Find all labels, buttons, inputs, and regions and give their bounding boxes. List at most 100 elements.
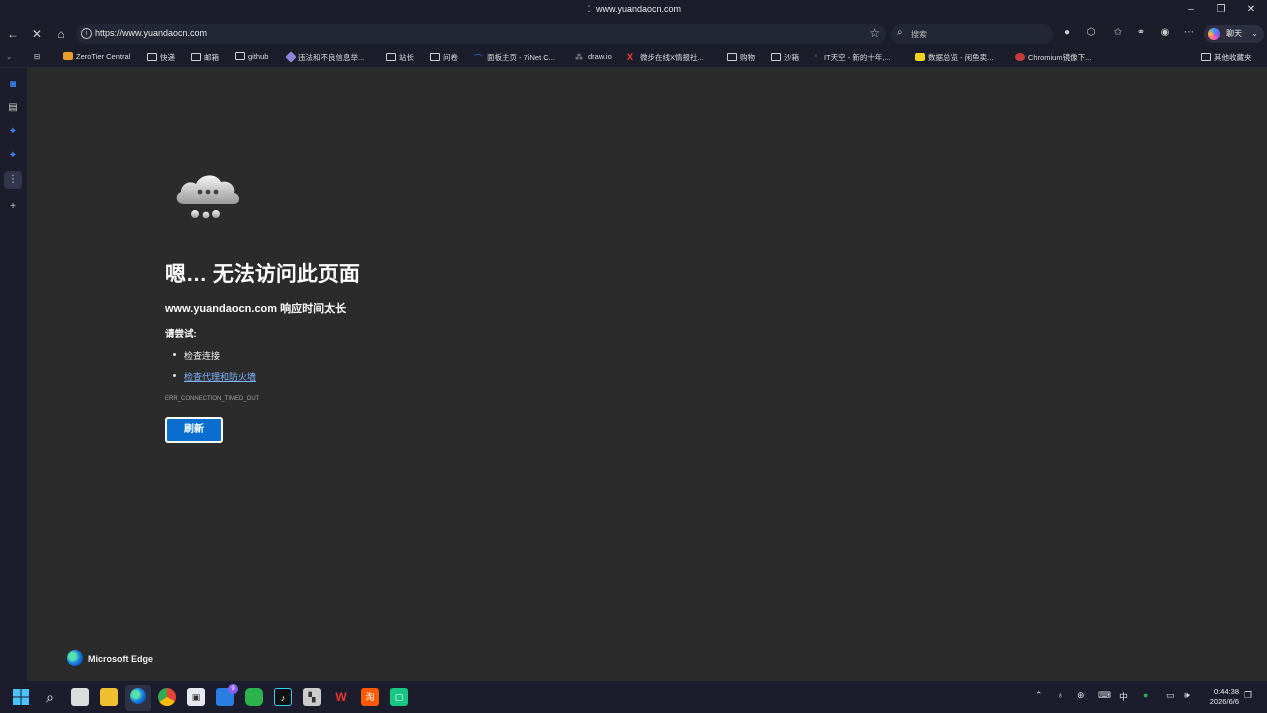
sidebar-more-icon[interactable]: ⋮ [4,171,22,189]
error-subtitle: www.yuandaocn.com 响应时间太长 [165,303,347,315]
back-button[interactable]: ← [5,26,21,42]
chat-label: 聊天 [1226,29,1242,38]
url-text[interactable]: https://www.yuandaocn.com [95,28,207,38]
bookmark-item[interactable]: 邮箱 [191,52,219,63]
taobao-icon[interactable]: 淘 [361,688,379,706]
error-code: ERR_CONNECTION_TIMED_OUT [165,396,260,402]
notification-icon[interactable]: ❐ [1244,690,1252,701]
bookmark-item[interactable]: ⌒ 面板主页 - 7iNet C... [474,52,555,63]
xianyu-icon [915,53,925,61]
bookmark-item[interactable]: 站长 [386,52,414,63]
bookmark-item[interactable]: ‘ IT天空 - 新的十年,... [815,52,891,63]
minimize-button[interactable]: – [1176,0,1206,22]
bookmark-label: 沙箱 [784,53,799,62]
wps-icon[interactable]: W [332,688,350,706]
close-window-button[interactable]: ✕ [1236,0,1266,22]
error-title: 嗯… 无法访问此页面 [165,263,360,286]
zerotier-icon [63,52,73,60]
edge-taskbar-icon[interactable] [125,685,151,711]
folder-icon [147,53,157,61]
bookmark-item[interactable]: github [235,52,268,61]
stop-button[interactable]: ✕ [29,26,45,42]
start-button[interactable] [12,688,30,706]
home-button[interactable]: ⌂ [53,26,69,42]
collections-icon[interactable]: ⚭ [1134,26,1148,40]
bookmark-label: 面板主页 - 7iNet C... [487,53,555,62]
folder-icon [771,53,781,61]
chrome-icon[interactable] [158,688,176,706]
sidebar-add-icon[interactable]: + [7,201,19,213]
search-icon: ⌕ [897,27,903,38]
sidebar-app-icon[interactable]: ◙ [7,79,19,91]
task-view-icon[interactable] [71,688,89,706]
other-bookmarks-folder[interactable]: 其他收藏夹 [1201,52,1252,63]
bookmark-item[interactable]: 快递 [147,52,175,63]
taskbar-search-icon[interactable]: ⌕ [41,688,59,706]
bookmark-item[interactable]: 沙箱 [771,52,799,63]
bookmark-item[interactable]: ZeroTier Central [63,52,130,61]
extensions-puzzle-icon[interactable]: ⬡ [1084,26,1098,40]
folder-icon [1201,53,1211,61]
app-icon[interactable]: ▚ [303,688,321,706]
bookmark-label: draw.io [588,52,612,61]
edge-sidebar: ◙ ▤ ✦ ✦ ⋮ + [0,68,27,681]
browser-toolbar: ← ✕ ⌂ i https://www.yuandaocn.com ☆ ⌕ 搜索 [0,22,1267,46]
wechat-tray-icon[interactable]: ● [1143,690,1148,700]
more-menu-icon[interactable]: ⋯ [1182,26,1196,40]
bookmark-label: 邮箱 [204,53,219,62]
microphone-icon[interactable]: ♁ [1057,690,1064,700]
suggestion-check-proxy-link[interactable]: 检查代理和防火墙 [172,370,256,383]
system-clock[interactable]: 0:44:38 2026/6/6 [1205,687,1239,707]
bookmark-apps-icon[interactable]: ⊟ [34,52,40,61]
report-icon [285,51,297,63]
copilot-icon [1208,28,1220,40]
profile-avatar-icon[interactable]: ◉ [1158,26,1172,40]
mail-icon[interactable]: 9 [216,684,238,706]
bookmark-label: github [248,52,269,61]
page-content: 嗯… 无法访问此页面 www.yuandaocn.com 响应时间太长 请尝试:… [27,68,1267,681]
sidebar-app-icon[interactable]: ✦ [7,150,19,162]
keyboard-icon[interactable]: ⌨ [1098,690,1111,701]
tiktok-icon[interactable]: ♪ [274,688,292,706]
file-explorer-icon[interactable] [100,688,118,706]
favorite-star-icon[interactable]: ☆ [869,26,880,40]
address-bar[interactable]: i https://www.yuandaocn.com ☆ [76,24,886,44]
bookmark-item[interactable]: 数据总览 - 闲鱼卖... [915,52,993,63]
store-icon[interactable]: ▣ [187,688,205,706]
restore-button[interactable]: ❐ [1206,0,1236,22]
favorites-icon[interactable]: ✩ [1111,26,1125,40]
bookmark-label: 购物 [740,53,755,62]
loading-icon: ⁚ [587,4,591,14]
site-info-icon[interactable]: i [81,28,92,39]
panel-icon: ⌒ [474,54,482,63]
bookmark-item[interactable]: 购物 [727,52,755,63]
bookmark-item[interactable]: Chromium镜像下... [1015,52,1091,63]
folder-icon [430,53,440,61]
tab-actions-chevron-icon[interactable]: ⌄ [6,52,12,61]
ime-indicator[interactable]: 中 [1119,690,1128,703]
window-title-text: www.yuandaocn.com [595,4,682,14]
clock-time: 0:44:38 [1213,687,1239,696]
bookmark-item[interactable]: 违法和不良信息举... [285,51,364,63]
search-box[interactable]: ⌕ 搜索 [891,24,1053,44]
bookmark-item[interactable]: ⁂ draw.io [575,52,612,62]
bookmark-item[interactable]: X 微步在线X情报社... [627,52,704,63]
sidebar-app-icon[interactable]: ✦ [7,126,19,138]
wechat-icon[interactable] [245,688,263,706]
sidebar-tabs-icon[interactable]: ▤ [7,102,19,114]
app-icon[interactable]: ▢ [390,688,408,706]
bookmark-item[interactable]: 问卷 [430,52,458,63]
network-app-icon[interactable]: ⊕ [1077,690,1085,701]
volume-icon[interactable]: 🕪 [1184,690,1190,701]
windows-taskbar: ⌕ ▣ 9 ♪ ▚ W 淘 ▢ ⌃ ♁ ⊕ ⌨ 中 ● ▭ 🕪 0:44:38 … [0,681,1267,713]
folder-icon [191,53,201,61]
extension-icon[interactable]: ● [1060,26,1074,40]
display-network-icon[interactable]: ▭ [1166,690,1175,701]
copilot-chat-button[interactable]: 聊天 ⌄ [1204,25,1264,43]
folder-icon [386,53,396,61]
edge-logo-icon [67,650,83,666]
brand-label: Microsoft Edge [88,654,154,664]
refresh-button[interactable]: 刷新 [165,417,223,443]
mail-badge: 9 [228,684,238,694]
tray-overflow-chevron-icon[interactable]: ⌃ [1035,690,1043,701]
